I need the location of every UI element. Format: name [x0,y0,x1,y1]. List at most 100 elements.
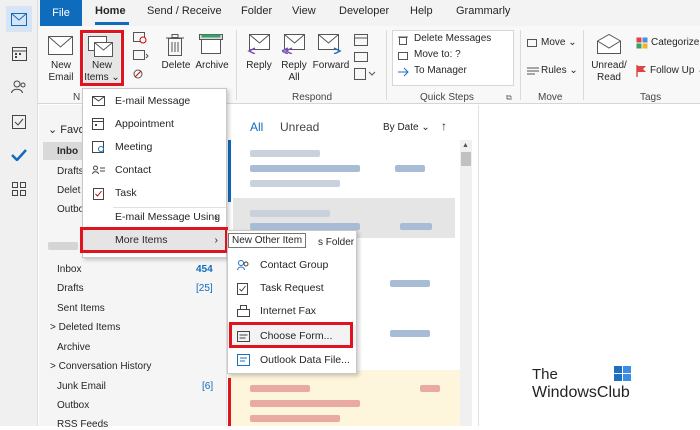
folder-deleted-items[interactable]: > Deleted Items [50,322,120,333]
menu-item-internet-fax[interactable]: Internet Fax [228,300,356,322]
dialog-launcher-icon[interactable]: ⧉ [506,93,512,103]
tasks-icon[interactable] [6,108,32,134]
reply-icon [247,34,271,57]
menu-item-task[interactable]: Task [83,182,226,204]
archive-icon [199,34,223,57]
folder-conversation-history[interactable]: > Conversation History [50,361,151,372]
fav-outbox[interactable]: Outbo [57,204,84,215]
favorites-header[interactable]: ⌄ Favo [48,123,85,136]
unread-read-button[interactable]: Unread/ Read [589,60,629,84]
quick-step-delete-messages[interactable]: Delete Messages [414,33,491,44]
archive-button[interactable]: Archive [194,60,230,72]
reading-pane [478,105,700,426]
delete-icon [166,34,184,59]
folder-outbox[interactable]: Outbox [57,400,89,411]
tab-developer[interactable]: Developer [339,5,389,17]
forward-button[interactable]: Forward [312,60,350,72]
folder-sent-items[interactable]: Sent Items [57,303,105,314]
follow-up-flag-icon [636,65,648,80]
menu-item-meeting[interactable]: Meeting [83,136,226,158]
quick-step-to-manager[interactable]: To Manager [414,65,467,76]
group-label-tags: Tags [640,92,662,103]
meeting-reply-icon[interactable] [354,34,368,49]
highlight-more-items [80,227,228,253]
tab-grammarly[interactable]: Grammarly [456,5,510,17]
active-tab-indicator [95,22,129,25]
menu-item-task-request[interactable]: Task Request [228,277,356,299]
mail-icon[interactable] [6,6,32,32]
ignore-icon[interactable] [133,32,147,47]
folder-inbox[interactable]: Inbox [57,264,81,275]
email-message-icon [91,95,105,108]
new-other-item-tooltip: New Other Item [228,233,307,248]
todo-check-icon[interactable] [6,142,32,168]
group-label-new: N [73,92,81,103]
apps-icon[interactable] [6,176,32,202]
delete-messages-icon [398,35,408,48]
categorize-icon [636,37,648,52]
menu-item-email-message-using[interactable]: E-mail Message Using › [83,206,226,228]
new-email-button[interactable]: New Email [46,60,76,84]
fax-icon [236,305,250,318]
im-reply-icon[interactable] [354,52,368,67]
chevron-down-icon: ⌄ [48,124,58,136]
sort-direction-icon[interactable]: ↑ [441,119,447,133]
fav-deleted[interactable]: Delet [57,185,80,196]
sort-by-date[interactable]: By Date ⌄ [383,122,430,133]
group-label-quick-steps: Quick Steps [420,92,474,103]
menu-item-contact-group[interactable]: Contact Group [228,254,356,276]
data-file-icon [236,354,250,367]
menu-item-appointment[interactable]: Appointment [83,113,226,135]
tab-folder[interactable]: Folder [241,5,272,17]
move-to-icon [398,51,408,64]
fav-inbox[interactable]: Inbo [57,146,78,157]
rules-button[interactable]: Rules ⌄ [541,65,578,76]
contact-group-icon [236,259,250,272]
filter-all-tab[interactable]: All [250,120,263,134]
filter-unread-tab[interactable]: Unread [280,120,319,134]
cleanup-icon[interactable] [133,50,149,65]
reply-all-icon [280,34,306,57]
account-name-blurred [48,242,78,250]
more-respond-icon[interactable] [354,68,376,83]
menu-item-contact[interactable]: Contact [83,159,226,181]
tab-help[interactable]: Help [410,5,433,17]
watermark-the: The [532,366,558,383]
scrollbar-thumb[interactable] [461,152,471,166]
flag-marker [228,378,231,426]
menu-item-email-message[interactable]: E-mail Message [83,90,226,112]
meeting-icon [91,141,105,154]
watermark-windowsclub: WindowsClub [532,384,630,401]
scroll-up-icon[interactable]: ▲ [462,142,469,149]
tab-home[interactable]: Home [95,5,126,17]
group-label-respond: Respond [292,92,333,103]
categorize-button[interactable]: Categorize ⌄ [651,37,700,48]
delete-button[interactable]: Delete [160,60,192,72]
new-email-icon[interactable] [48,36,74,59]
forward-icon [318,34,342,57]
folder-rss-feeds[interactable]: RSS Feeds [57,419,108,430]
tab-send-receive[interactable]: Send / Receive [147,5,222,17]
unread-marker [228,140,231,202]
people-icon[interactable] [6,74,32,100]
folder-drafts[interactable]: Drafts [57,283,84,294]
folder-archive[interactable]: Archive [57,342,90,353]
more-items-submenu: s Folder Contact Group Task Request Inte… [227,230,357,374]
fav-drafts[interactable]: Drafts [57,166,84,177]
quick-step-move-to[interactable]: Move to: ? [414,49,461,60]
follow-up-button[interactable]: Follow Up ⌄ [650,65,700,76]
junk-icon[interactable] [133,68,149,83]
task-request-icon [236,282,250,295]
message-list-scrollbar[interactable] [460,140,472,426]
tab-view[interactable]: View [292,5,316,17]
calendar-icon[interactable] [6,40,32,66]
tab-file[interactable]: File [40,0,82,26]
menu-item-outlook-data-file[interactable]: Outlook Data File... [228,349,356,371]
windows-logo-icon [614,366,632,385]
move-button[interactable]: Move ⌄ [541,37,577,48]
task-icon [91,187,105,200]
reply-all-button[interactable]: Reply All [279,60,309,84]
appointment-icon [91,118,105,131]
reply-button[interactable]: Reply [244,60,274,72]
folder-junk-email[interactable]: Junk Email [57,381,106,392]
